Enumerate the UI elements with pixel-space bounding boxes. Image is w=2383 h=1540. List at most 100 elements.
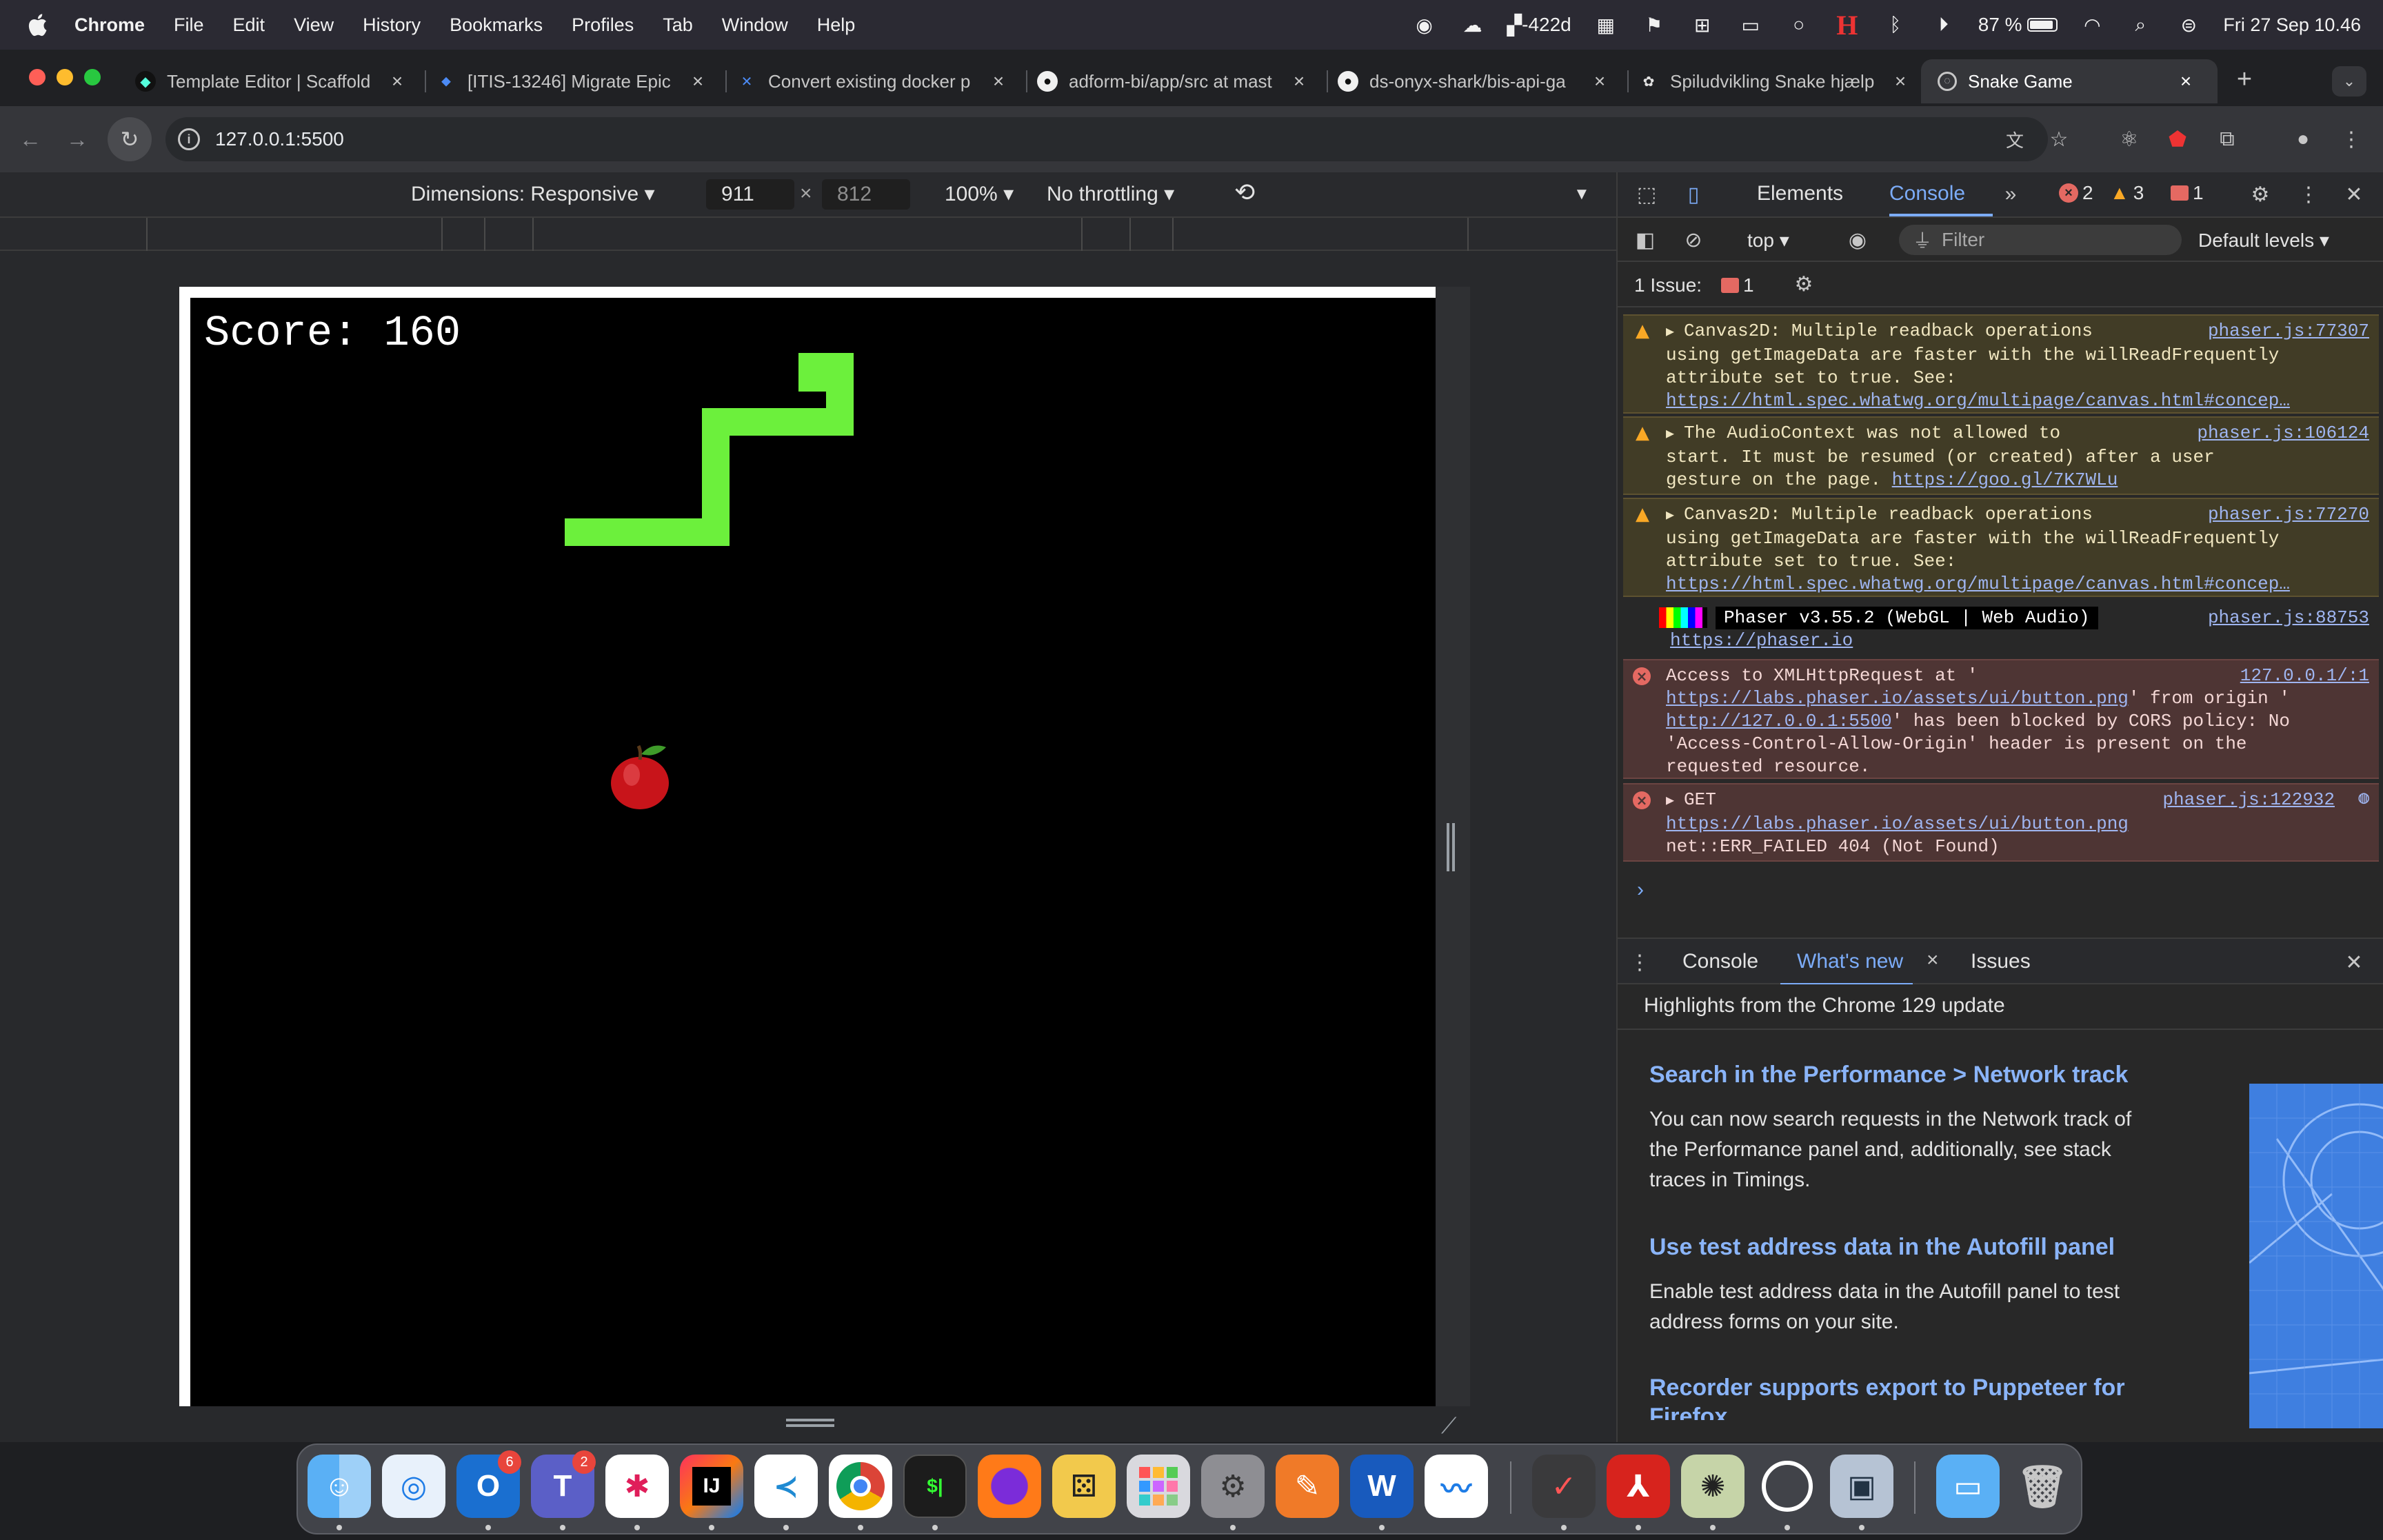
- tab-confluence[interactable]: ✕ Convert existing docker p ×: [736, 59, 1019, 103]
- minimize-window-button[interactable]: [57, 69, 73, 85]
- preview-app-icon[interactable]: ▣: [1830, 1455, 1893, 1518]
- drawer-tab-console[interactable]: Console: [1682, 950, 1758, 973]
- drawer-menu-icon[interactable]: ⋮: [1625, 947, 1655, 977]
- battery[interactable]: 87 %: [1978, 12, 2058, 37]
- message-link[interactable]: https://html.spec.whatwg.org/multipage/c…: [1666, 573, 2355, 596]
- translate-icon[interactable]: 文: [1998, 123, 2031, 156]
- menu-edit[interactable]: Edit: [233, 14, 265, 36]
- close-window-button[interactable]: [29, 69, 46, 85]
- window-icon[interactable]: ▭: [1737, 12, 1764, 37]
- safari-icon[interactable]: ◎: [382, 1455, 445, 1518]
- message-link[interactable]: https://labs.phaser.io/assets/ui/button.…: [1666, 813, 2355, 835]
- flag-icon[interactable]: ⚑: [1640, 12, 1668, 37]
- network-request-icon[interactable]: ◍: [2358, 787, 2369, 810]
- menu-bookmarks[interactable]: Bookmarks: [450, 14, 543, 36]
- forward-button[interactable]: →: [61, 123, 94, 156]
- close-icon[interactable]: ×: [386, 70, 408, 92]
- message-link[interactable]: https://goo.gl/7K7WLu: [1892, 469, 2118, 490]
- h-app-icon[interactable]: H: [1833, 10, 1861, 41]
- pen-app-icon[interactable]: ✎: [1276, 1455, 1339, 1518]
- expand-arrow-icon[interactable]: ▶: [1666, 790, 1684, 813]
- menu-view[interactable]: View: [294, 14, 334, 36]
- close-devtools-icon[interactable]: ✕: [2339, 179, 2369, 210]
- log-levels-select[interactable]: Default levels ▾: [2198, 229, 2329, 252]
- expand-arrow-icon[interactable]: ▶: [1666, 505, 1684, 527]
- tab-snake-game[interactable]: ◌ Snake Game ×: [1921, 59, 2218, 103]
- tab-chatgpt[interactable]: ✿ Spiludvikling Snake hjælp ×: [1638, 59, 1921, 103]
- error-count[interactable]: × 2: [2059, 182, 2093, 204]
- expand-arrow-icon[interactable]: ▶: [1666, 423, 1684, 446]
- menu-help[interactable]: Help: [817, 14, 856, 36]
- menu-tab[interactable]: Tab: [663, 14, 693, 36]
- dice-app-icon[interactable]: ⚄: [1052, 1455, 1116, 1518]
- zoom-window-button[interactable]: [84, 69, 101, 85]
- more-tabs-icon[interactable]: »: [1995, 179, 2026, 210]
- acrobat-icon[interactable]: ⅄: [1607, 1455, 1670, 1518]
- resize-handle-right[interactable]: [1447, 823, 1455, 871]
- more-options-icon[interactable]: ⋮: [2293, 179, 2324, 210]
- vpn-icon[interactable]: ◉: [1411, 12, 1438, 37]
- close-icon[interactable]: ×: [2175, 70, 2197, 92]
- settings-gear-icon[interactable]: ⚙: [2245, 179, 2275, 210]
- chrome-menu-icon[interactable]: ⋮: [2335, 123, 2368, 156]
- launchpad-icon[interactable]: [1127, 1455, 1190, 1518]
- tab-search-button[interactable]: ⌄: [2332, 66, 2366, 97]
- message-link[interactable]: https://phaser.io: [1670, 630, 1853, 651]
- todo-app-icon[interactable]: ✓: [1532, 1455, 1596, 1518]
- cloud-icon[interactable]: ☁: [1459, 12, 1487, 37]
- source-link[interactable]: 127.0.0.1/:1: [2240, 665, 2369, 687]
- bookmark-star-icon[interactable]: ☆: [2042, 123, 2075, 156]
- vscode-icon[interactable]: ≺: [754, 1455, 818, 1518]
- expand-arrow-icon[interactable]: ▶: [1666, 321, 1684, 344]
- control-center-icon[interactable]: ⊜: [2175, 12, 2202, 37]
- calendar-icon[interactable]: ▦: [1592, 12, 1620, 37]
- menubar-stat[interactable]: ▞ -422d: [1507, 12, 1571, 37]
- context-select[interactable]: top ▾: [1747, 229, 1789, 252]
- tab-console[interactable]: Console: [1889, 182, 1965, 205]
- close-icon[interactable]: ×: [687, 70, 709, 92]
- feature-title[interactable]: Search in the Performance > Network trac…: [1649, 1062, 2128, 1088]
- spotlight-icon[interactable]: ⌕: [2126, 12, 2154, 37]
- menu-profiles[interactable]: Profiles: [572, 14, 634, 36]
- back-button[interactable]: ←: [14, 123, 47, 156]
- throttling-select[interactable]: No throttling ▾: [1047, 182, 1174, 206]
- system-settings-icon[interactable]: ⚙: [1201, 1455, 1265, 1518]
- terminal-icon[interactable]: $|: [903, 1455, 967, 1518]
- tab-github-onyx[interactable]: ● ds-onyx-shark/bis-api-ga ×: [1338, 59, 1620, 103]
- feature-title-continued[interactable]: Firefox: [1649, 1404, 1727, 1420]
- reload-button[interactable]: ↻: [108, 117, 152, 161]
- console-prompt[interactable]: ›: [1637, 878, 1644, 902]
- tab-jira-issue[interactable]: ⬥ [ITIS-13246] Migrate Epic ×: [436, 59, 718, 103]
- circle-icon[interactable]: ○: [1785, 12, 1813, 37]
- intellij-icon[interactable]: IJ: [680, 1455, 743, 1518]
- tab-elements[interactable]: Elements: [1757, 182, 1843, 205]
- width-input[interactable]: 911: [706, 179, 794, 210]
- issue-count[interactable]: 1: [2171, 182, 2204, 204]
- cyberduck-icon[interactable]: ✺: [1681, 1455, 1744, 1518]
- wifi-icon[interactable]: ◠: [2078, 12, 2106, 37]
- firefox-icon[interactable]: [978, 1455, 1041, 1518]
- device-toolbar-icon[interactable]: ▯: [1678, 179, 1709, 210]
- message-link[interactable]: https://labs.phaser.io/assets/ui/button.…: [1666, 688, 2129, 709]
- resize-handle-bottom[interactable]: [786, 1419, 834, 1427]
- source-link[interactable]: phaser.js:122932: [2162, 789, 2335, 811]
- height-input[interactable]: 812: [822, 179, 910, 210]
- source-link[interactable]: phaser.js:106124: [2197, 422, 2369, 445]
- feature-title[interactable]: Use test address data in the Autofill pa…: [1649, 1234, 2115, 1261]
- finder-icon[interactable]: ☺: [308, 1455, 371, 1518]
- filter-input[interactable]: ⏚ Filter: [1899, 225, 2182, 255]
- word-icon[interactable]: W: [1350, 1455, 1414, 1518]
- message-link[interactable]: http://127.0.0.1:5500: [1666, 711, 1892, 731]
- drawer-tab-whats-new[interactable]: What's new: [1797, 950, 1903, 973]
- extensions-puzzle-icon[interactable]: ⧉: [2211, 123, 2244, 156]
- grid-icon[interactable]: ⊞: [1689, 12, 1716, 37]
- resize-corner-icon[interactable]: ⟋: [1441, 1413, 1466, 1438]
- close-drawer-icon[interactable]: ✕: [2339, 947, 2369, 977]
- tab-github-adform[interactable]: ● adform-bi/app/src at mast ×: [1037, 59, 1320, 103]
- message-link[interactable]: https://html.spec.whatwg.org/multipage/c…: [1666, 389, 2355, 412]
- feature-title[interactable]: Recorder supports export to Puppeteer fo…: [1649, 1375, 2125, 1401]
- clear-console-icon[interactable]: ⊘: [1678, 225, 1709, 255]
- source-link[interactable]: phaser.js:77307: [2208, 320, 2369, 343]
- downloads-folder-icon[interactable]: ▭: [1936, 1455, 2000, 1518]
- extension-react-icon[interactable]: ⚛: [2113, 123, 2146, 156]
